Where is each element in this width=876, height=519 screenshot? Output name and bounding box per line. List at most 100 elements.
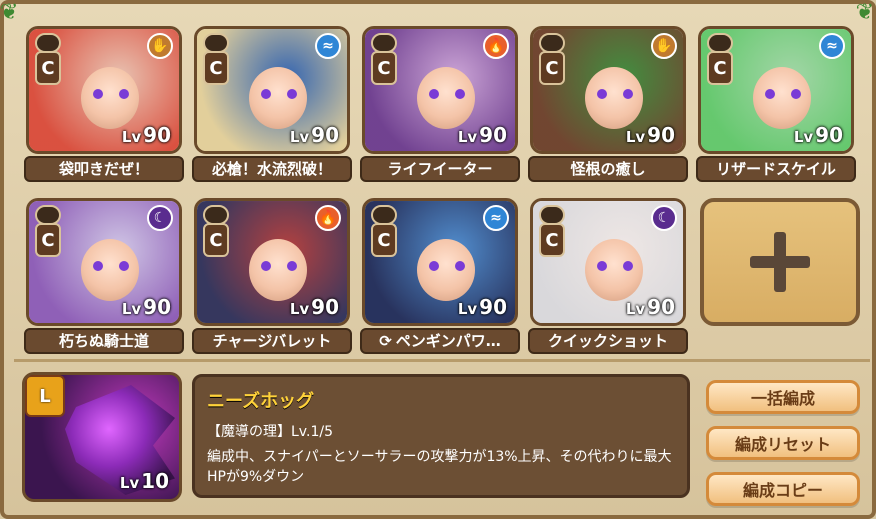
skill-name-label: ⟳ ペンギンパワ…: [360, 328, 520, 354]
character-portrait[interactable]: C ✋ Lv 90: [530, 26, 686, 154]
character-level: Lv 90: [458, 123, 507, 147]
character-level: Lv 90: [290, 295, 339, 319]
rank-badge: C: [203, 223, 229, 257]
skill-name-label: リザードスケイル: [696, 156, 856, 182]
character-card[interactable]: C ✋ Lv 90 袋叩きだぜ！: [24, 26, 184, 184]
leader-level: Lv 10: [120, 469, 169, 493]
character-portrait[interactable]: C 🔥 Lv 90: [362, 26, 518, 154]
rank-badge: C: [35, 51, 61, 85]
character-level: Lv 90: [122, 123, 171, 147]
section-divider: [14, 359, 870, 362]
level-prefix: Lv: [289, 300, 310, 318]
character-level: Lv 90: [458, 295, 507, 319]
leader-portrait[interactable]: L Lv 10: [22, 372, 182, 502]
rank-badge: C: [371, 51, 397, 85]
leader-skill-title: 【魔導の理】Lv.1/5: [207, 424, 333, 440]
rank-badge: C: [539, 51, 565, 85]
level-value: 90: [479, 123, 507, 147]
skill-name-text: チャージバレット: [212, 332, 332, 350]
leader-level-prefix: Lv: [119, 474, 140, 492]
skill-name-text: リザードスケイル: [716, 160, 836, 178]
level-value: 90: [311, 123, 339, 147]
rank-badge: C: [707, 51, 733, 85]
water-element-icon: ≈: [819, 33, 845, 59]
rank-badge: C: [203, 51, 229, 85]
skill-name-label: ライフイーター: [360, 156, 520, 182]
character-portrait[interactable]: C ☾ Lv 90: [26, 198, 182, 326]
skill-name-label: クイックショット: [528, 328, 688, 354]
level-prefix: Lv: [457, 300, 478, 318]
rank-badge: C: [539, 223, 565, 257]
skill-name-label: 怪根の癒し: [528, 156, 688, 182]
skill-name-text: 怪根の癒し: [570, 160, 646, 178]
add-character-button[interactable]: [700, 198, 860, 326]
fire-element-icon: 🔥: [483, 33, 509, 59]
formation-reset-button[interactable]: 編成リセット: [706, 426, 860, 460]
character-card[interactable]: C 🔥 Lv 90 チャージバレット: [192, 198, 352, 356]
level-prefix: Lv: [625, 300, 646, 318]
character-level: Lv 90: [626, 295, 675, 319]
skill-name-label: 朽ちぬ騎士道: [24, 328, 184, 354]
character-portrait[interactable]: C ≈ Lv 90: [362, 198, 518, 326]
character-portrait[interactable]: C ✋ Lv 90: [26, 26, 182, 154]
character-card[interactable]: C ☾ Lv 90 クイックショット: [528, 198, 688, 356]
water-element-icon: ≈: [315, 33, 341, 59]
character-eyes: [93, 89, 129, 99]
character-card[interactable]: C ≈ Lv 90 リザードスケイル: [696, 26, 856, 184]
skill-name-text: ペンギンパワ…: [395, 332, 501, 350]
bulk-formation-button[interactable]: 一括編成: [706, 380, 860, 414]
vine-decoration-icon: ❦: [0, 0, 19, 25]
character-grid: C ✋ Lv 90 袋叩きだぜ！ C ≈ Lv 90 必槍！水流烈破！ C 🔥 Lv 90 ライフイーター C…: [24, 26, 864, 361]
leader-skill-description: 編成中、スナイパーとソーサラーの攻撃力が13%上昇、その代わりに最大HPが9%ダ…: [207, 449, 672, 485]
character-eyes: [261, 89, 297, 99]
class-icon: [203, 205, 229, 225]
eye: [597, 89, 607, 99]
class-icon: [539, 205, 565, 225]
eye: [287, 89, 297, 99]
leader-skill-panel: ニーズホッグ 【魔導の理】Lv.1/5 編成中、スナイパーとソーサラーの攻撃力が…: [192, 374, 690, 498]
character-card[interactable]: C ≈ Lv 90 必槍！水流烈破！: [192, 26, 352, 184]
level-prefix: Lv: [793, 128, 814, 146]
eye: [261, 261, 271, 271]
rank-badge: C: [371, 223, 397, 257]
character-level: Lv 90: [794, 123, 843, 147]
eye: [429, 261, 439, 271]
eye: [597, 261, 607, 271]
skill-name-text: 朽ちぬ騎士道: [58, 332, 149, 350]
eye: [261, 89, 271, 99]
level-value: 90: [815, 123, 843, 147]
level-prefix: Lv: [121, 300, 142, 318]
formation-actions: 一括編成 編成リセット 編成コピー: [706, 380, 860, 518]
class-icon: [707, 33, 733, 53]
dark-element-icon: ☾: [651, 205, 677, 231]
skill-name-text: ライフイーター: [387, 160, 493, 178]
character-level: Lv 90: [122, 295, 171, 319]
level-value: 90: [479, 295, 507, 319]
level-value: 90: [311, 295, 339, 319]
skill-name-text: 袋叩きだぜ！: [58, 160, 149, 178]
class-icon: [371, 205, 397, 225]
character-card[interactable]: C ✋ Lv 90 怪根の癒し: [528, 26, 688, 184]
character-card[interactable]: C 🔥 Lv 90 ライフイーター: [360, 26, 520, 184]
leader-rank-badge: L: [25, 375, 65, 417]
water-element-icon: ≈: [483, 205, 509, 231]
formation-copy-button[interactable]: 編成コピー: [706, 472, 860, 506]
character-portrait[interactable]: C ☾ Lv 90: [530, 198, 686, 326]
class-icon: [35, 33, 61, 53]
character-card[interactable]: C ☾ Lv 90 朽ちぬ騎士道: [24, 198, 184, 356]
eye: [455, 89, 465, 99]
character-portrait[interactable]: C 🔥 Lv 90: [194, 198, 350, 326]
character-card[interactable]: C ≈ Lv 90 ⟳ ペンギンパワ…: [360, 198, 520, 356]
character-portrait[interactable]: C ≈ Lv 90: [698, 26, 854, 154]
eye: [287, 261, 297, 271]
character-portrait[interactable]: C ≈ Lv 90: [194, 26, 350, 154]
eye: [791, 89, 801, 99]
level-value: 90: [647, 295, 675, 319]
character-level: Lv 90: [290, 123, 339, 147]
character-eyes: [93, 261, 129, 271]
character-eyes: [597, 89, 633, 99]
earth-element-icon: ✋: [651, 33, 677, 59]
vine-decoration-icon: ❦: [855, 0, 874, 25]
class-icon: [371, 33, 397, 53]
skill-name-label: 袋叩きだぜ！: [24, 156, 184, 182]
